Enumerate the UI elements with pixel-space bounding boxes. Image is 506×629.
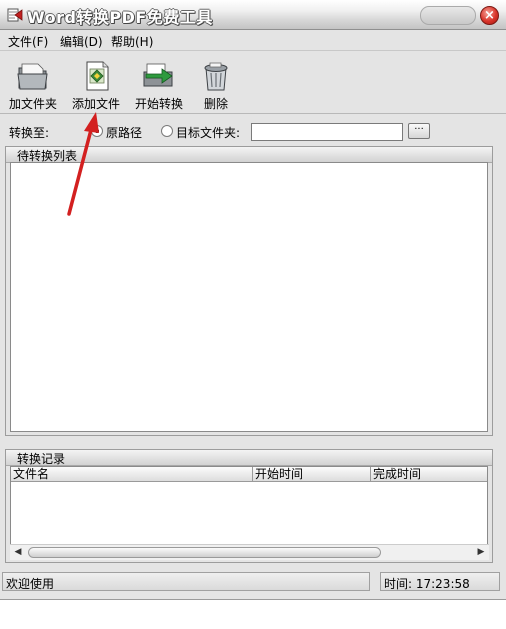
scroll-right-arrow-icon[interactable]: ▶ — [473, 545, 489, 560]
close-button[interactable]: × — [480, 6, 499, 25]
scroll-left-arrow-icon[interactable]: ◀ — [10, 545, 26, 560]
title-bar-decoration — [420, 6, 476, 25]
title-bar[interactable]: Word转换PDF免费工具 × — [0, 0, 506, 30]
pending-list-group: 待转换列表 — [5, 146, 493, 436]
window-title: Word转换PDF免费工具 — [27, 8, 213, 27]
convert-to-label: 转换至: — [9, 126, 50, 140]
status-message-panel: 欢迎使用 — [2, 572, 370, 591]
start-convert-button[interactable]: 开始转换 — [129, 58, 189, 112]
original-path-radio[interactable] — [91, 125, 103, 137]
pending-file-list[interactable] — [10, 162, 488, 432]
column-finish-time[interactable]: 完成时间 — [371, 467, 487, 482]
add-folder-button[interactable]: 加文件夹 — [3, 58, 63, 112]
original-path-label[interactable]: 原路径 — [106, 124, 142, 141]
add-file-button[interactable]: 添加文件 — [66, 58, 126, 112]
convert-to-row: 转换至: 原路径 目标文件夹: ··· — [0, 120, 506, 144]
records-horizontal-scrollbar[interactable]: ◀ ▶ — [10, 544, 489, 560]
scroll-thumb[interactable] — [28, 547, 381, 558]
target-folder-label[interactable]: 目标文件夹: — [176, 124, 240, 141]
menu-bar: 文件(F) 编辑(D) 帮助(H) — [0, 31, 506, 51]
menu-edit[interactable]: 编辑(D) — [60, 33, 103, 50]
status-time-panel: 时间: 17:23:58 — [380, 572, 500, 591]
convert-icon — [143, 63, 173, 87]
start-convert-label: 开始转换 — [134, 97, 183, 111]
add-file-label: 添加文件 — [71, 97, 120, 111]
delete-label: 删除 — [203, 97, 228, 111]
add-file-icon — [86, 61, 109, 91]
add-folder-label: 加文件夹 — [8, 97, 57, 111]
column-filename[interactable]: 文件名 — [11, 467, 253, 482]
status-bar: 欢迎使用 时间: 17:23:58 — [0, 572, 506, 592]
records-header: 转换记录 — [6, 450, 492, 466]
app-logo-icon — [7, 8, 23, 22]
app-window: Word转换PDF免费工具 × 文件(F) 编辑(D) 帮助(H) 加文件夹 添… — [0, 0, 506, 600]
records-title: 转换记录 — [17, 452, 66, 466]
column-start-time[interactable]: 开始时间 — [253, 467, 371, 482]
status-message: 欢迎使用 — [6, 577, 55, 591]
status-time: 时间: 17:23:58 — [384, 577, 470, 591]
radio-selected-dot — [95, 129, 99, 133]
delete-icon — [204, 62, 228, 91]
folder-icon — [17, 63, 48, 90]
target-folder-radio[interactable] — [161, 125, 173, 137]
delete-button[interactable]: 删除 — [186, 58, 246, 112]
browse-button[interactable]: ··· — [408, 123, 430, 139]
pending-list-header: 待转换列表 — [6, 147, 492, 163]
toolbar: 加文件夹 添加文件 开始转换 删除 — [0, 52, 506, 114]
menu-file[interactable]: 文件(F) — [8, 33, 48, 50]
target-folder-input[interactable] — [251, 123, 403, 141]
menu-help[interactable]: 帮助(H) — [111, 33, 153, 50]
